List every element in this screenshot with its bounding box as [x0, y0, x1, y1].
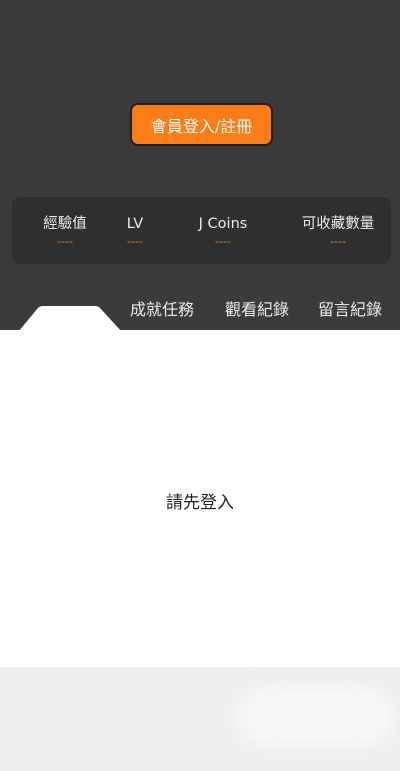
please-login-message: 請先登入 — [166, 493, 234, 513]
tab-content: 請先登入 — [0, 330, 400, 667]
stat-experience: 經驗值 ---- — [27, 197, 103, 264]
stat-collectible-count-label: 可收藏數量 — [301, 216, 375, 232]
stat-collectible-count-value: ---- — [330, 235, 346, 248]
bottom-area — [0, 667, 400, 771]
profile-header: 會員登入/註冊 經驗值 ---- LV ---- J Coins ---- 可收… — [0, 0, 400, 332]
login-register-button[interactable]: 會員登入/註冊 — [130, 103, 273, 146]
footer-highlight — [235, 687, 395, 747]
tab-watch-history[interactable]: 觀看紀錄 — [225, 296, 289, 320]
stat-experience-value: ---- — [57, 235, 73, 248]
profile-tabs: 成就任務 觀看紀錄 留言紀錄 — [0, 296, 400, 320]
stat-collectible-count: 可收藏數量 ---- — [293, 197, 383, 264]
stat-experience-label: 經驗值 — [43, 216, 87, 232]
stat-level-label: LV — [126, 216, 144, 232]
stat-jcoins-label: J Coins — [198, 216, 248, 232]
tab-comment-history[interactable]: 留言紀錄 — [318, 296, 382, 320]
stat-jcoins-value: ---- — [215, 235, 231, 248]
stat-level: LV ---- — [110, 197, 160, 264]
stat-level-value: ---- — [127, 235, 143, 248]
stats-panel: 經驗值 ---- LV ---- J Coins ---- 可收藏數量 ---- — [12, 197, 391, 264]
tab-achievements[interactable]: 成就任務 — [130, 296, 194, 320]
stat-jcoins: J Coins ---- — [185, 197, 261, 264]
